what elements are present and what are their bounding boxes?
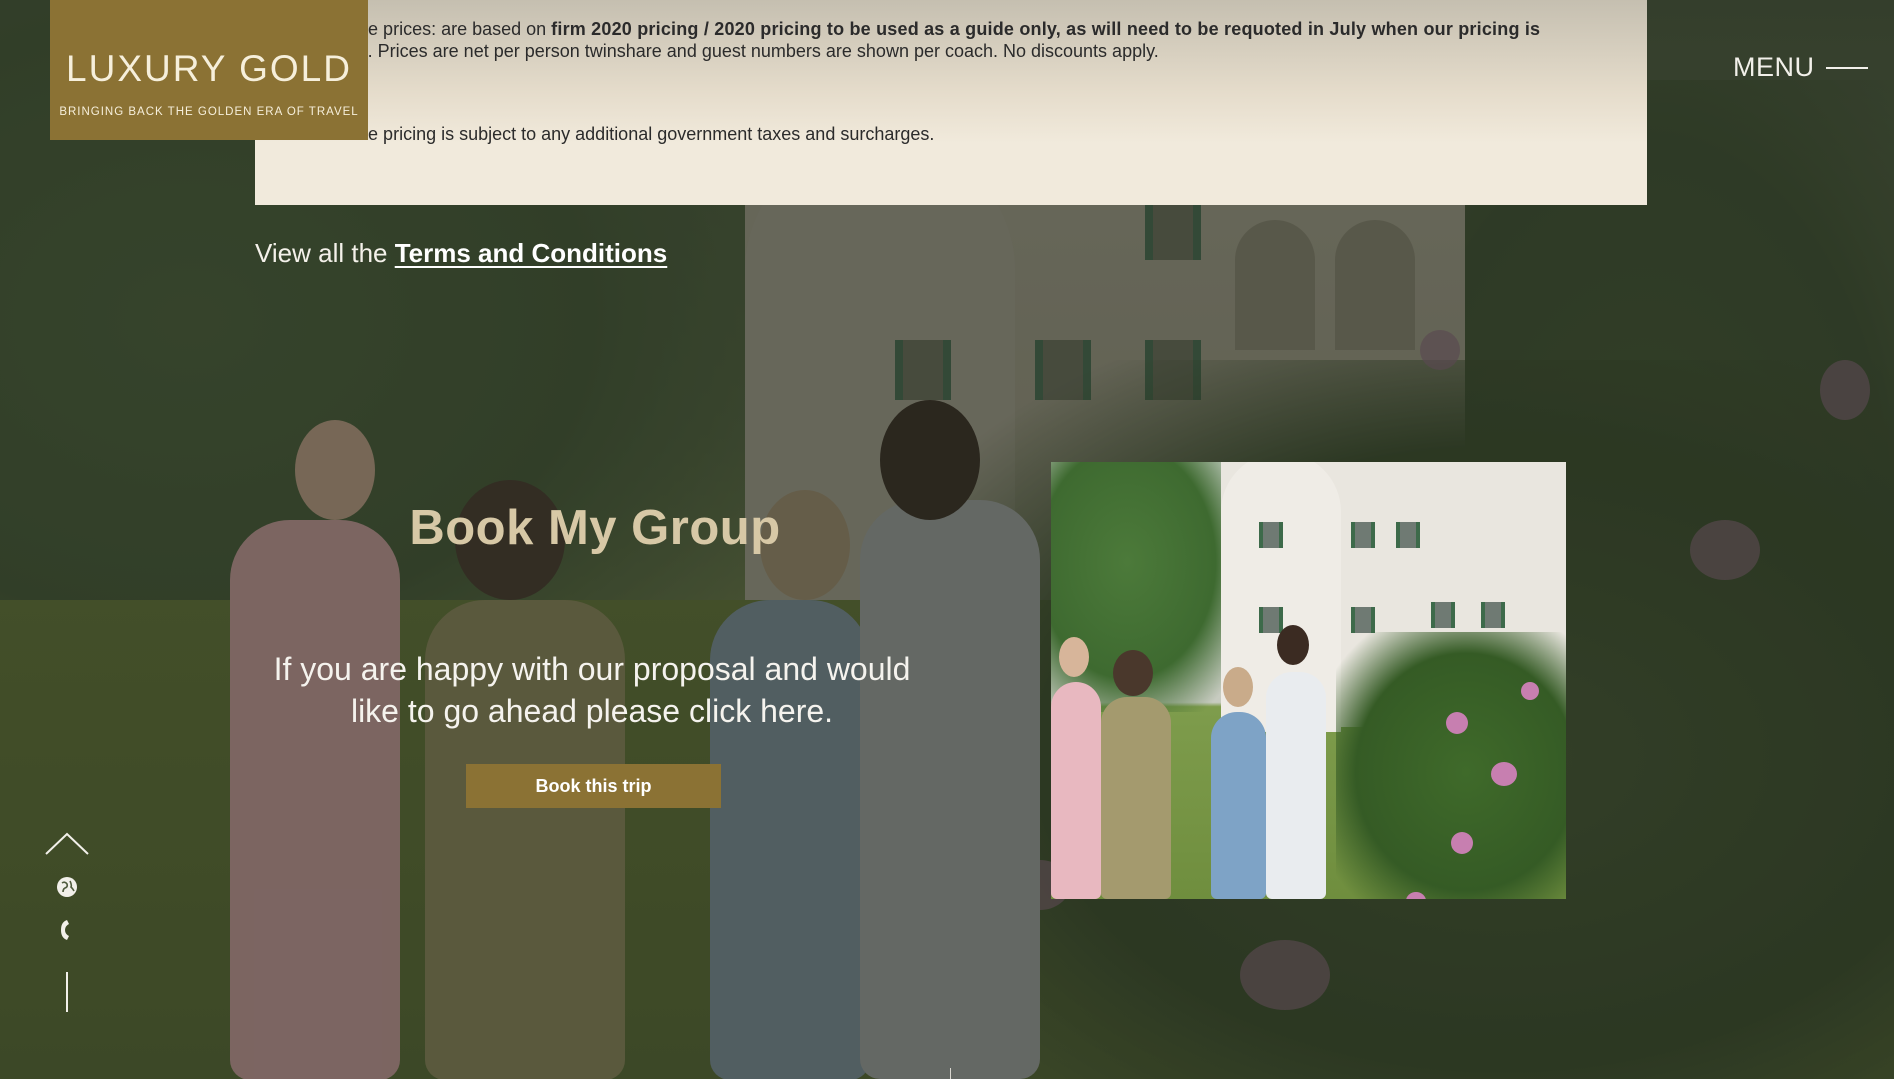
terms-and-conditions-link[interactable]: Terms and Conditions	[395, 238, 668, 268]
pricing-note-1: The above prices: are based on firm 2020…	[293, 19, 1541, 61]
terms-line: View all the Terms and Conditions	[255, 238, 668, 268]
booking-description: If you are happy with our proposal and w…	[273, 651, 911, 729]
scroll-up-icon[interactable]	[44, 828, 90, 858]
brand-logo[interactable]: LUXURY GOLD BRINGING BACK THE GOLDEN ERA…	[50, 0, 368, 140]
pricing-note-2: The above pricing is subject to any addi…	[293, 124, 935, 144]
menu-button[interactable]: MENU	[1733, 52, 1815, 83]
scroll-indicator	[950, 1068, 951, 1079]
book-this-trip-button[interactable]: Book this trip	[466, 764, 721, 808]
brand-tagline: BRINGING BACK THE GOLDEN ERA OF TRAVEL	[59, 106, 359, 118]
globe-icon[interactable]	[56, 876, 78, 898]
phone-icon[interactable]	[58, 918, 76, 942]
group-photo	[1051, 462, 1566, 899]
menu-line-icon[interactable]	[1826, 67, 1868, 69]
brand-name: LUXURY GOLD	[66, 48, 352, 89]
side-divider	[66, 972, 68, 1012]
book-my-group-heading: Book My Group	[409, 501, 781, 555]
pricing-notes-panel: The above prices: are based on firm 2020…	[255, 0, 1647, 205]
